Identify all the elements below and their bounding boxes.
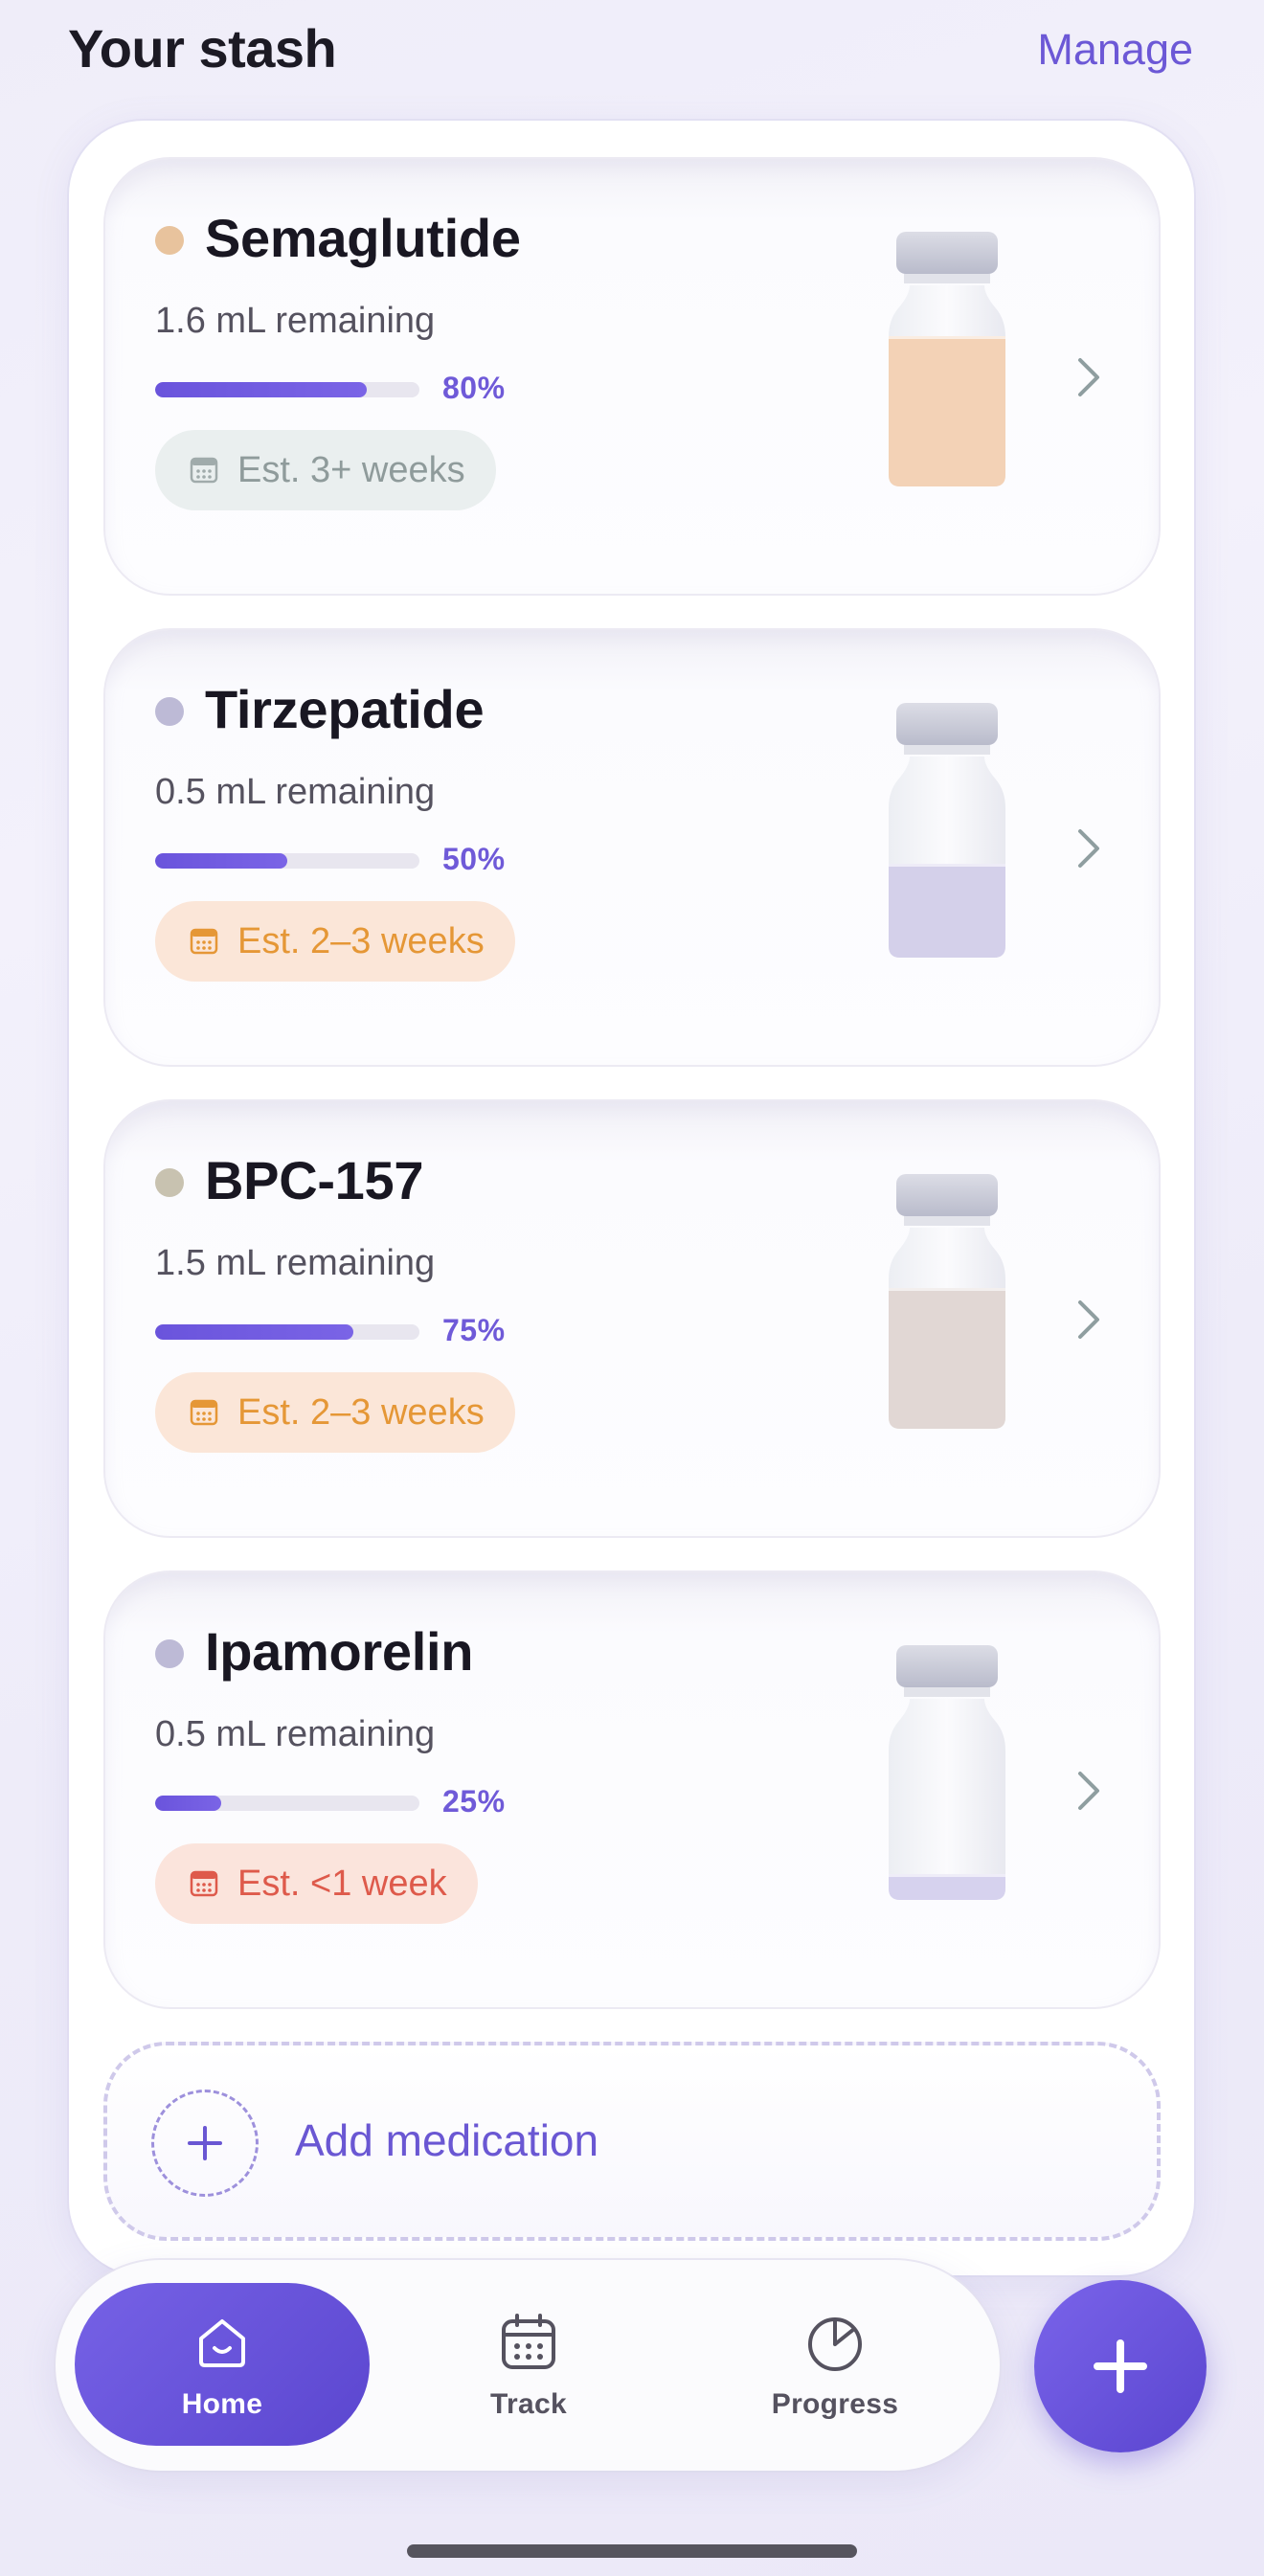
vial-fluid — [889, 1288, 1005, 1429]
supply-progress-fill — [155, 1796, 221, 1811]
vial-fluid — [889, 864, 1005, 958]
medication-remaining: 0.5 mL remaining — [155, 772, 436, 812]
supply-progress-fill — [155, 853, 287, 869]
medication-card[interactable]: BPC-157 1.5 mL remaining 75% Est. 2–3 we… — [103, 1099, 1161, 1538]
medication-card[interactable]: Tirzepatide 0.5 mL remaining 50% Est. 2–… — [103, 628, 1161, 1067]
tab-track-label: Track — [490, 2388, 567, 2420]
medication-color-dot — [155, 1639, 184, 1668]
manage-button[interactable]: Manage — [1037, 25, 1193, 75]
tab-bar: Home Track Progress — [56, 2260, 1000, 2471]
chevron-right-icon — [1078, 358, 1099, 396]
vial-illustration — [889, 1174, 1005, 1429]
tab-progress-label: Progress — [771, 2388, 899, 2420]
medication-remaining: 1.5 mL remaining — [155, 1243, 436, 1283]
chevron-right-icon — [1078, 1300, 1099, 1339]
medication-card[interactable]: Semaglutide 1.6 mL remaining 80% Est. 3+… — [103, 157, 1161, 596]
medication-remaining: 0.5 mL remaining — [155, 1714, 436, 1754]
estimate-text: Est. <1 week — [237, 1863, 447, 1904]
medication-color-dot — [155, 226, 184, 255]
supply-progress-bar — [155, 1796, 419, 1811]
add-medication-button[interactable]: Add medication — [103, 2042, 1161, 2241]
supply-progress-bar — [155, 1324, 419, 1340]
calendar-icon — [190, 1399, 218, 1426]
medication-color-dot — [155, 697, 184, 726]
medication-color-dot — [155, 1168, 184, 1197]
chevron-right-icon — [1078, 1772, 1099, 1810]
supply-percent: 75% — [442, 1313, 506, 1347]
tab-home-label: Home — [181, 2388, 263, 2420]
chevron-right-icon — [1078, 829, 1099, 868]
estimate-badge: Est. <1 week — [155, 1843, 478, 1924]
estimate-text: Est. 3+ weeks — [237, 449, 465, 490]
add-circle — [151, 2090, 259, 2197]
supply-progress-bar — [155, 382, 419, 397]
add-fab-button[interactable] — [1034, 2280, 1207, 2452]
supply-progress-bar — [155, 853, 419, 869]
medication-name: BPC-157 — [205, 1150, 424, 1210]
supply-progress-fill — [155, 1324, 353, 1340]
estimate-badge: Est. 2–3 weeks — [155, 901, 515, 982]
calendar-icon — [190, 457, 218, 484]
vial-illustration — [889, 232, 1005, 486]
plus-icon — [1094, 2339, 1147, 2393]
supply-percent: 80% — [442, 371, 506, 405]
tab-track[interactable]: Track — [381, 2283, 676, 2446]
estimate-badge: Est. 2–3 weeks — [155, 1372, 515, 1453]
medication-card[interactable]: Ipamorelin 0.5 mL remaining 25% Est. <1 … — [103, 1570, 1161, 2009]
add-medication-label: Add medication — [295, 2115, 599, 2165]
home-icon — [199, 2319, 245, 2367]
calendar-icon — [190, 928, 218, 955]
calendar-icon — [190, 1870, 218, 1897]
vial-illustration — [889, 703, 1005, 958]
medication-name: Tirzepatide — [205, 679, 485, 739]
estimate-text: Est. 2–3 weeks — [237, 1391, 485, 1433]
vial-illustration — [889, 1645, 1005, 1900]
calendar-icon — [502, 2314, 555, 2369]
medication-name: Semaglutide — [205, 208, 521, 268]
medication-remaining: 1.6 mL remaining — [155, 301, 436, 341]
medication-name: Ipamorelin — [205, 1621, 474, 1682]
supply-percent: 25% — [442, 1784, 506, 1819]
home-indicator — [407, 2544, 857, 2558]
supply-progress-fill — [155, 382, 367, 397]
estimate-text: Est. 2–3 weeks — [237, 920, 485, 961]
tab-progress[interactable]: Progress — [688, 2283, 982, 2446]
tab-home[interactable]: Home — [75, 2283, 370, 2446]
plus-icon — [188, 2126, 222, 2160]
estimate-badge: Est. 3+ weeks — [155, 430, 496, 510]
page-title: Your stash — [68, 18, 337, 79]
vial-fluid — [889, 1874, 1005, 1900]
vial-fluid — [889, 336, 1005, 486]
supply-percent: 50% — [442, 842, 506, 876]
pie-chart-icon — [808, 2317, 862, 2371]
